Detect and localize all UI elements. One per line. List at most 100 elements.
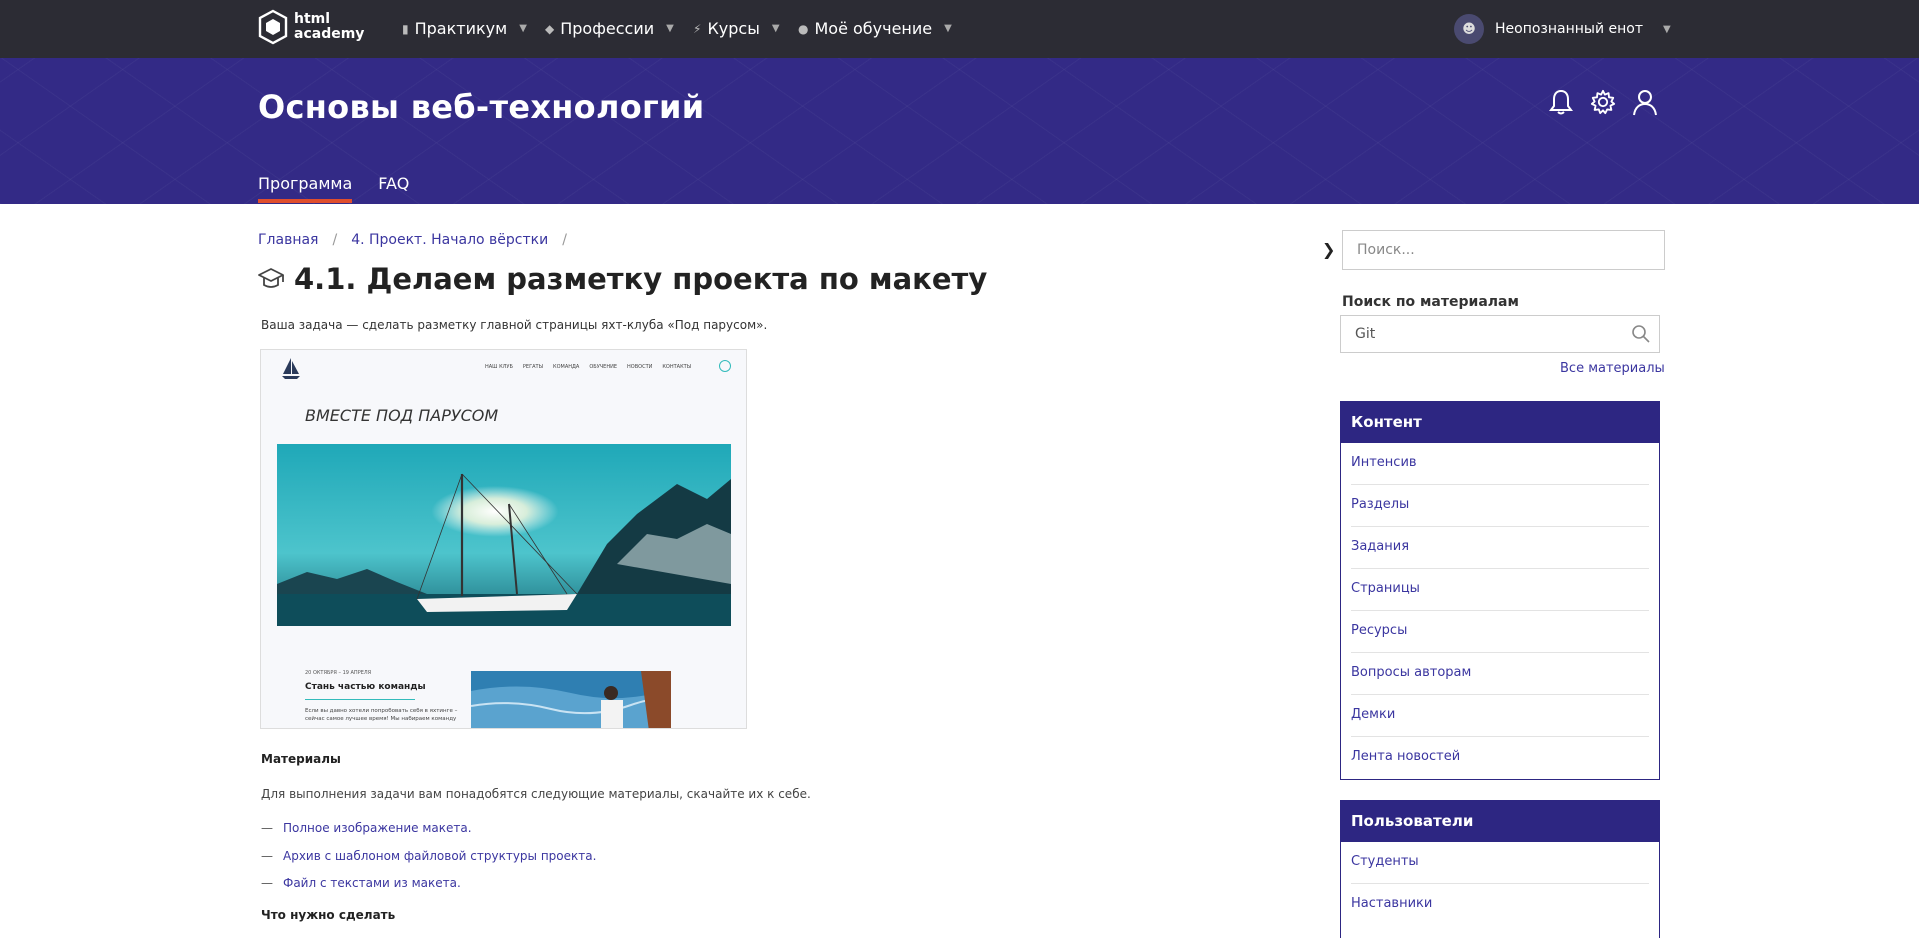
list-item: — Файл с текстами из макета. — [261, 876, 596, 904]
preview-nav-item: КОНТАКТЫ — [662, 364, 692, 370]
yacht-photo — [277, 444, 731, 626]
list-item: Лента новостей — [1351, 737, 1649, 779]
course-header: Основы веб-технологий Программа FAQ — [0, 58, 1919, 204]
tab-faq[interactable]: FAQ — [378, 174, 409, 201]
bar-chart-icon: ▮ — [402, 21, 409, 36]
content-panel-title: Контент — [1341, 402, 1659, 443]
preview-nav-item: НОВОСТИ — [627, 364, 653, 370]
content-link-demos[interactable]: Демки — [1351, 707, 1395, 722]
preview-nav: НАШ КЛУБ РЕГАТЫ КОМАНДА ОБУЧЕНИЕ НОВОСТИ… — [485, 364, 691, 370]
sailor-photo — [471, 671, 671, 728]
preview-user-icon — [719, 360, 731, 372]
preview-nav-item: ОБУЧЕНИЕ — [589, 364, 618, 370]
logo-line2: academy — [294, 26, 365, 42]
users-panel: Пользователи Студенты Наставники — [1340, 800, 1660, 938]
content-link-sections[interactable]: Разделы — [1351, 497, 1409, 512]
logo-link[interactable]: html academy — [258, 9, 364, 45]
list-item: Ресурсы — [1351, 611, 1649, 653]
material-link-archive[interactable]: Архив с шаблоном файловой структуры прое… — [283, 849, 596, 877]
preview-text: Если вы давно хотели попробовать себя в … — [305, 708, 458, 722]
graduation-cap-icon: ◆ — [545, 21, 555, 36]
breadcrumb-home[interactable]: Главная — [258, 232, 318, 248]
user-icon[interactable] — [1632, 88, 1658, 116]
users-link-mentors[interactable]: Наставники — [1351, 896, 1432, 911]
material-link-texts[interactable]: Файл с текстами из макета. — [283, 876, 461, 904]
materials-heading: Материалы — [261, 752, 341, 766]
caret-down-icon: ▼ — [944, 23, 952, 34]
search-input[interactable] — [1342, 230, 1665, 270]
page-title: 4.1. Делаем разметку проекта по макету — [294, 262, 988, 296]
list-item: Задания — [1351, 527, 1649, 569]
users-link-students[interactable]: Студенты — [1351, 854, 1419, 869]
list-dash: — — [261, 848, 273, 863]
all-materials-link[interactable]: Все материалы — [1560, 361, 1665, 376]
breadcrumb-section[interactable]: 4. Проект. Начало вёрстки — [351, 232, 548, 248]
nav-item-label: Моё обучение — [814, 19, 933, 38]
content-link-news[interactable]: Лента новостей — [1351, 749, 1460, 764]
nav-item-praktikum[interactable]: ▮ Практикум ▼ — [402, 19, 527, 38]
nav-item-label: Практикум — [414, 19, 508, 38]
content-link-intensive[interactable]: Интенсив — [1351, 455, 1417, 470]
logo-icon — [258, 9, 288, 45]
preview-hero-title: ВМЕСТЕ ПОД ПАРУСОМ — [305, 406, 499, 425]
preview-date: 20 ОКТЯБРЯ – 19 АПРЕЛЯ — [305, 670, 372, 676]
nav-item-label: Профессии — [560, 19, 655, 38]
nav-item-my-learning[interactable]: ● Моё обучение ▼ — [798, 19, 952, 38]
list-dash: — — [261, 876, 273, 890]
materials-list: — Полное изображение макета. — Архив с шаб… — [261, 821, 596, 904]
list-item: Интенсив — [1351, 443, 1649, 485]
caret-down-icon: ▼ — [1663, 23, 1671, 35]
layout-preview-image[interactable]: НАШ КЛУБ РЕГАТЫ КОМАНДА ОБУЧЕНИЕ НОВОСТИ… — [260, 349, 747, 729]
logo-text: html academy — [294, 12, 364, 42]
task-intro: Ваша задача — сделать разметку главной с… — [261, 318, 768, 332]
preview-nav-item: КОМАНДА — [553, 364, 580, 370]
content-link-pages[interactable]: Страницы — [1351, 581, 1420, 596]
breadcrumb-separator: / — [562, 232, 567, 248]
content-panel: Контент Интенсив Разделы Задания Страниц… — [1340, 401, 1660, 780]
nav-item-professions[interactable]: ◆ Профессии ▼ — [545, 19, 674, 38]
preview-subtitle: Стань частью команды — [305, 682, 426, 692]
avatar: ☻ — [1454, 14, 1484, 44]
caret-down-icon: ▼ — [771, 23, 780, 34]
content-link-tasks[interactable]: Задания — [1351, 539, 1409, 554]
materials-search-label: Поиск по материалам — [1342, 294, 1519, 310]
nav-item-label: Курсы — [707, 19, 760, 38]
search-icon[interactable] — [1631, 324, 1651, 344]
list-item: Наставники — [1351, 884, 1649, 926]
course-tabs: Программа FAQ — [258, 174, 409, 203]
tab-program[interactable]: Программа — [258, 174, 353, 203]
list-item: Студенты — [1351, 842, 1649, 884]
people-icon: ● — [798, 21, 809, 36]
chevron-right-icon[interactable]: ❯ — [1322, 240, 1335, 259]
list-dash: — — [261, 821, 273, 835]
user-name: Неопознанный енот — [1495, 21, 1643, 37]
users-panel-title: Пользователи — [1341, 801, 1659, 842]
logo-line1: html — [294, 11, 331, 27]
content-link-questions[interactable]: Вопросы авторам — [1351, 665, 1471, 680]
material-link-full-image[interactable]: Полное изображение макета. — [283, 821, 472, 849]
list-item: — Архив с шаблоном файловой структуры про… — [261, 849, 596, 877]
materials-search-input[interactable] — [1341, 316, 1611, 352]
list-item: Разделы — [1351, 485, 1649, 527]
course-title: Основы веб-технологий — [258, 88, 705, 126]
bell-icon[interactable] — [1548, 88, 1574, 116]
header-actions — [1548, 88, 1658, 116]
breadcrumb: Главная / 4. Проект. Начало вёрстки / — [258, 232, 567, 248]
gear-icon[interactable] — [1590, 88, 1616, 116]
nav-item-courses[interactable]: ⚡ Курсы ▼ — [693, 19, 780, 38]
preview-nav-item: НАШ КЛУБ — [485, 364, 513, 370]
preview-divider — [305, 699, 415, 700]
caret-down-icon: ▼ — [519, 23, 527, 34]
content-link-resources[interactable]: Ресурсы — [1351, 623, 1407, 638]
list-item: Демки — [1351, 695, 1649, 737]
todo-heading: Что нужно сделать — [261, 908, 396, 922]
caret-down-icon: ▼ — [666, 23, 674, 34]
top-navigation: html academy ▮ Практикум ▼ ◆ Профессии ▼… — [0, 0, 1919, 58]
list-item: Страницы — [1351, 569, 1649, 611]
graduation-cap-icon — [258, 268, 284, 288]
lightning-icon: ⚡ — [693, 21, 702, 36]
list-item: — Полное изображение макета. — [261, 821, 596, 849]
yacht-logo-icon — [282, 358, 300, 379]
user-menu[interactable]: ☻ Неопознанный енот ▼ — [1454, 14, 1671, 44]
materials-search-box — [1340, 315, 1660, 353]
